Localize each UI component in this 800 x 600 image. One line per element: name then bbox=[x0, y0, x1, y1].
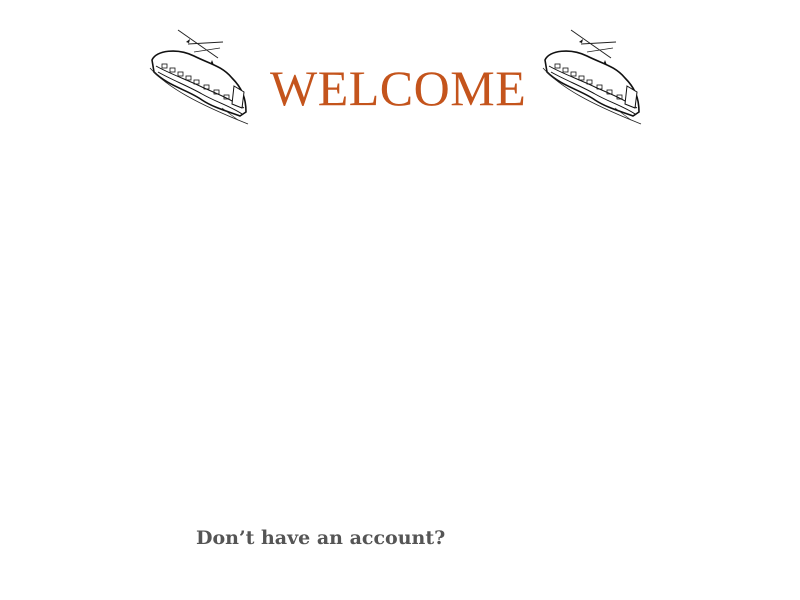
train-illustration-right bbox=[542, 29, 642, 125]
signup-prompt: Don’t have an account? bbox=[196, 527, 446, 549]
train-illustration-left bbox=[149, 29, 249, 125]
welcome-header: WELCOME bbox=[0, 0, 800, 140]
welcome-title: WELCOME bbox=[270, 60, 527, 116]
